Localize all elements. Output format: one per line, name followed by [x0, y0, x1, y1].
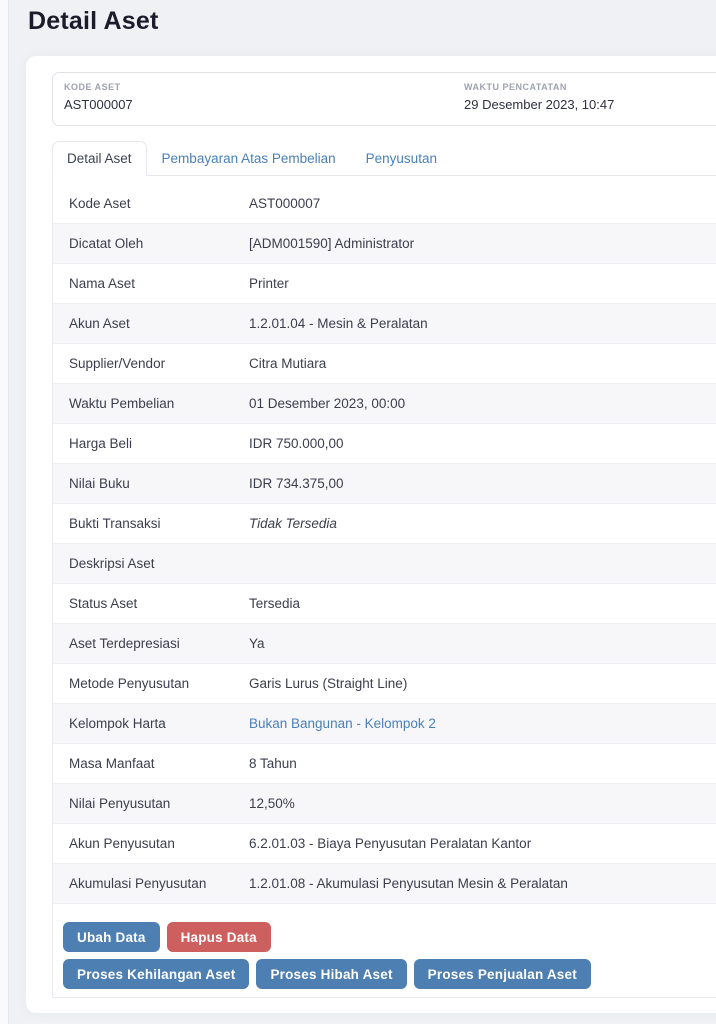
row-label: Akun Aset [69, 316, 130, 331]
row-value: 8 Tahun [249, 756, 297, 771]
row-value: 6.2.01.03 - Biaya Penyusutan Peralatan K… [249, 836, 532, 851]
row-value: AST000007 [249, 196, 321, 211]
table-row: Akumulasi Penyusutan 1.2.01.08 - Akumula… [53, 864, 716, 904]
tab-label: Pembayaran Atas Pembelian [161, 151, 336, 166]
asset-summary-box: KODE ASET AST000007 WAKTU PENCATATAN 29 … [52, 72, 716, 126]
row-label: Nilai Penyusutan [69, 796, 171, 811]
row-value: 1.2.01.08 - Akumulasi Penyusutan Mesin &… [249, 876, 568, 891]
row-label: Supplier/Vendor [69, 356, 166, 371]
row-label: Deskripsi Aset [69, 556, 155, 571]
row-label: Nilai Buku [69, 476, 130, 491]
tab-content: Kode Aset AST000007 Dicatat Oleh [ADM001… [52, 176, 716, 998]
table-row: Dicatat Oleh [ADM001590] Administrator [53, 224, 716, 264]
page-title: Detail Aset [28, 7, 159, 35]
tab-detail-aset[interactable]: Detail Aset [52, 141, 147, 176]
kelompok-harta-link[interactable]: Bukan Bangunan - Kelompok 2 [249, 716, 716, 731]
table-row: Akun Aset 1.2.01.04 - Mesin & Peralatan [53, 304, 716, 344]
row-value: Tidak Tersedia [249, 516, 337, 531]
primary-actions-row: Ubah Data Hapus Data [63, 922, 716, 952]
tab-label: Penyusutan [365, 151, 437, 166]
table-row: Nilai Buku IDR 734.375,00 [53, 464, 716, 504]
waktu-pencatatan-value: 29 Desember 2023, 10:47 [464, 97, 615, 112]
row-label: Akumulasi Penyusutan [69, 876, 207, 891]
row-value: 01 Desember 2023, 00:00 [249, 396, 406, 411]
table-row: Status Aset Tersedia [53, 584, 716, 624]
row-value: 12,50% [249, 796, 295, 811]
hapus-data-button[interactable]: Hapus Data [166, 922, 271, 952]
table-row: Supplier/Vendor Citra Mutiara [53, 344, 716, 384]
kode-aset-value: AST000007 [64, 97, 133, 112]
row-label: Kode Aset [69, 196, 131, 211]
page-left-gutter [0, 0, 9, 1024]
table-row: Nama Aset Printer [53, 264, 716, 304]
table-row: Deskripsi Aset [53, 544, 716, 584]
kode-aset-label: KODE ASET [64, 82, 121, 92]
row-label: Metode Penyusutan [69, 676, 190, 691]
row-label: Waktu Pembelian [69, 396, 175, 411]
table-row: Kode Aset AST000007 [53, 184, 716, 224]
row-label: Bukti Transaksi [69, 516, 161, 531]
proses-penjualan-aset-button[interactable]: Proses Penjualan Aset [413, 959, 591, 989]
row-value: Citra Mutiara [249, 356, 327, 371]
row-label: Akun Penyusutan [69, 836, 175, 851]
table-row: Waktu Pembelian 01 Desember 2023, 00:00 [53, 384, 716, 424]
action-buttons: Ubah Data Hapus Data Proses Kehilangan As… [53, 904, 716, 997]
row-value: Ya [249, 636, 265, 651]
row-value: Tersedia [249, 596, 301, 611]
row-value: Printer [249, 276, 289, 291]
row-value: Garis Lurus (Straight Line) [249, 676, 408, 691]
detail-table: Kode Aset AST000007 Dicatat Oleh [ADM001… [53, 184, 716, 904]
table-row: Harga Beli IDR 750.000,00 [53, 424, 716, 464]
summary-waktu-pencatatan: WAKTU PENCATATAN 29 Desember 2023, 10:47 [464, 82, 614, 112]
table-row: Masa Manfaat 8 Tahun [53, 744, 716, 784]
ubah-data-button[interactable]: Ubah Data [63, 922, 160, 952]
tab-pembayaran-atas-pembelian[interactable]: Pembayaran Atas Pembelian [147, 141, 351, 176]
row-value: IDR 734.375,00 [249, 476, 344, 491]
table-row: Bukti Transaksi Tidak Tersedia [53, 504, 716, 544]
row-label: Status Aset [69, 596, 138, 611]
row-value: IDR 750.000,00 [249, 436, 344, 451]
detail-tabs: Detail Aset Pembayaran Atas Pembelian Peny… [52, 141, 716, 176]
summary-kode-aset: KODE ASET AST000007 [64, 82, 464, 112]
asset-detail-card: KODE ASET AST000007 WAKTU PENCATATAN 29 … [26, 56, 716, 1013]
proses-kehilangan-aset-button[interactable]: Proses Kehilangan Aset [63, 959, 250, 989]
tab-penyusutan[interactable]: Penyusutan [351, 141, 452, 176]
row-value: [ADM001590] Administrator [249, 236, 415, 251]
secondary-actions-row: Proses Kehilangan Aset Proses Hibah Aset P… [63, 959, 716, 989]
table-row: Akun Penyusutan 6.2.01.03 - Biaya Penyus… [53, 824, 716, 864]
table-row: Kelompok Harta Bukan Bangunan - Kelompok… [53, 704, 716, 744]
table-row: Aset Terdepresiasi Ya [53, 624, 716, 664]
table-row: Metode Penyusutan Garis Lurus (Straight … [53, 664, 716, 704]
table-row: Nilai Penyusutan 12,50% [53, 784, 716, 824]
waktu-pencatatan-label: WAKTU PENCATATAN [464, 82, 567, 92]
row-label: Kelompok Harta [69, 716, 166, 731]
row-label: Masa Manfaat [69, 756, 155, 771]
row-value: 1.2.01.04 - Mesin & Peralatan [249, 316, 428, 331]
tab-label: Detail Aset [67, 151, 132, 166]
proses-hibah-aset-button[interactable]: Proses Hibah Aset [256, 959, 407, 989]
row-label: Aset Terdepresiasi [69, 636, 180, 651]
row-label: Nama Aset [69, 276, 136, 291]
row-label: Dicatat Oleh [69, 236, 144, 251]
row-label: Harga Beli [69, 436, 133, 451]
